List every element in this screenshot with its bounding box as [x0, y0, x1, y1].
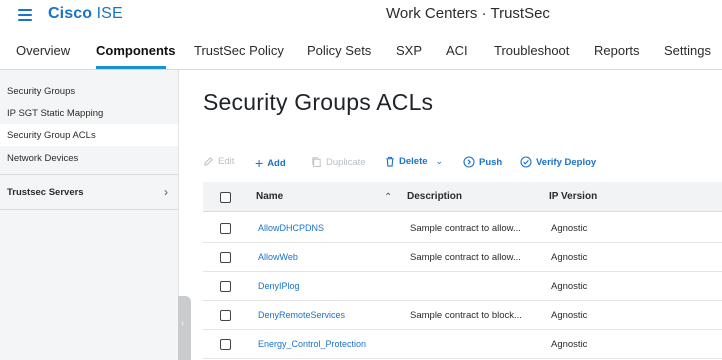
chevron-left-icon: ‹ — [181, 318, 185, 329]
column-header-name[interactable]: Name — [256, 191, 283, 202]
copy-icon — [312, 157, 321, 168]
edit-button[interactable]: Edit — [203, 156, 234, 167]
sort-ascending-icon[interactable]: ⌃ — [384, 192, 392, 203]
acl-name-link[interactable]: AllowWeb — [258, 252, 298, 262]
delete-dropdown-button[interactable]: Delete ⌄ — [385, 156, 443, 167]
acl-ip-version: Agnostic — [551, 252, 588, 263]
tab-sxp[interactable]: SXP — [396, 43, 422, 58]
table-row[interactable]: AllowWeb Sample contract to allow... Agn… — [203, 243, 722, 272]
chevron-right-icon: › — [164, 185, 168, 199]
row-checkbox[interactable] — [220, 252, 231, 263]
acl-name-link[interactable]: DenyRemoteServices — [258, 310, 345, 320]
acl-name-link[interactable]: DenyIPlog — [258, 281, 300, 291]
tab-reports[interactable]: Reports — [594, 43, 640, 58]
acl-description: Sample contract to allow... — [410, 252, 521, 263]
verify-deploy-button[interactable]: Verify Deploy — [520, 156, 596, 168]
pencil-icon — [204, 157, 213, 166]
hamburger-menu-icon[interactable] — [18, 9, 32, 21]
add-button[interactable]: + Add — [255, 156, 286, 170]
row-checkbox[interactable] — [220, 310, 231, 321]
edit-label: Edit — [218, 156, 235, 167]
sidebar-item-network-devices[interactable]: Network Devices — [0, 147, 178, 169]
brand-product: ISE — [92, 5, 123, 22]
acl-name-link[interactable]: AllowDHCPDNS — [258, 223, 324, 233]
tab-overview[interactable]: Overview — [16, 43, 70, 58]
verify-deploy-label: Verify Deploy — [536, 156, 597, 168]
sidebar-section-trustsec-servers[interactable]: Trustsec Servers › — [0, 180, 178, 210]
tab-aci[interactable]: ACI — [446, 43, 468, 58]
acl-ip-version: Agnostic — [551, 310, 588, 321]
context-title: Work Centers · TrustSec — [386, 5, 550, 22]
table-row[interactable]: DenyRemoteServices Sample contract to bl… — [203, 301, 722, 330]
push-label: Push — [479, 156, 503, 168]
row-checkbox[interactable] — [220, 281, 231, 292]
acl-ip-version: Agnostic — [551, 339, 588, 350]
acl-description: Sample contract to allow... — [410, 223, 521, 234]
sidebar-item-ip-sgt-static-mapping[interactable]: IP SGT Static Mapping — [0, 102, 178, 124]
acl-description: Sample contract to block... — [410, 310, 522, 321]
push-button[interactable]: Push — [463, 156, 502, 168]
table-header: Name ⌃ Description IP Version — [203, 182, 722, 212]
delete-label: Delete — [399, 156, 428, 167]
acl-name-link[interactable]: Energy_Control_Protection — [258, 339, 366, 349]
select-all-checkbox[interactable] — [220, 192, 231, 203]
sidebar-item-security-group-acls[interactable]: Security Group ACLs — [0, 124, 178, 146]
table-row[interactable]: Energy_Control_Protection Agnostic — [203, 330, 722, 359]
top-header: Cisco ISE Work Centers · TrustSec — [0, 0, 722, 32]
table-row[interactable]: DenyIPlog Agnostic — [203, 272, 722, 301]
tab-settings[interactable]: Settings — [664, 43, 711, 58]
table-row[interactable]: AllowDHCPDNS Sample contract to allow...… — [203, 214, 722, 243]
duplicate-button[interactable]: Duplicate — [311, 156, 366, 168]
acl-ip-version: Agnostic — [551, 223, 588, 234]
column-header-description[interactable]: Description — [407, 191, 462, 202]
sidebar-collapse-handle[interactable]: ‹ — [178, 296, 191, 360]
sidebar-divider — [0, 174, 178, 175]
chevron-down-icon: ⌄ — [435, 156, 444, 166]
sidebar-divider — [0, 209, 178, 210]
push-icon — [463, 156, 475, 168]
acl-ip-version: Agnostic — [551, 281, 588, 292]
tab-components[interactable]: Components — [96, 43, 175, 58]
row-checkbox[interactable] — [220, 223, 231, 234]
add-label: Add — [267, 157, 286, 169]
brand-name: Cisco — [48, 5, 93, 22]
page-title: Security Groups ACLs — [203, 89, 434, 115]
active-tab-indicator — [96, 66, 166, 69]
sidebar-item-security-groups[interactable]: Security Groups — [0, 80, 178, 102]
tab-policy-sets[interactable]: Policy Sets — [307, 43, 371, 58]
sidebar: Security Groups IP SGT Static Mapping Se… — [0, 70, 179, 360]
row-checkbox[interactable] — [220, 339, 231, 350]
check-circle-icon — [520, 156, 532, 168]
tab-troubleshoot[interactable]: Troubleshoot — [494, 43, 569, 58]
duplicate-label: Duplicate — [326, 156, 366, 168]
plus-icon: + — [255, 155, 264, 171]
column-header-ip-version[interactable]: IP Version — [549, 191, 597, 202]
tab-trustsec-policy[interactable]: TrustSec Policy — [194, 43, 284, 58]
toolbar: Edit + Add Duplicate Delete ⌄ Push Verif… — [203, 156, 713, 172]
sidebar-section-label: Trustsec Servers — [7, 187, 84, 198]
cisco-ise-logo[interactable]: Cisco ISE — [48, 5, 123, 23]
trash-icon — [386, 156, 394, 167]
main-tabs: Overview Components TrustSec Policy Poli… — [0, 32, 722, 70]
